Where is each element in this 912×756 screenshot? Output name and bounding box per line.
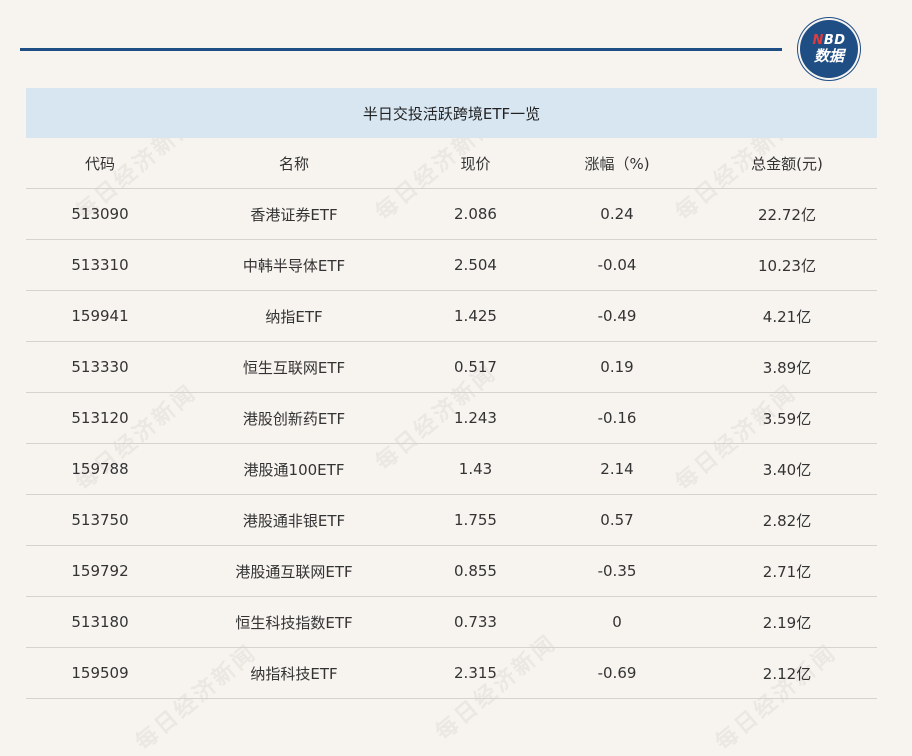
cell-amount: 2.71亿 — [697, 545, 877, 597]
cell-name: 香港证券ETF — [174, 188, 414, 240]
table-row: 159788 港股通100ETF 1.43 2.14 3.40亿 — [26, 443, 877, 495]
cell-change: 0.24 — [537, 188, 697, 240]
table-row: 159509 纳指科技ETF 2.315 -0.69 2.12亿 — [26, 647, 877, 699]
etf-table-container: 半日交投活跃跨境ETF一览 代码 名称 现价 涨幅（%) 总金额(元) 5130… — [26, 88, 877, 699]
cell-change: -0.16 — [537, 392, 697, 444]
cell-price: 2.504 — [414, 239, 537, 291]
cell-code: 159788 — [26, 443, 174, 495]
cell-price: 1.755 — [414, 494, 537, 546]
cell-name: 恒生互联网ETF — [174, 341, 414, 393]
logo-letters-bd: BD — [823, 32, 846, 48]
table-row: 513750 港股通非银ETF 1.755 0.57 2.82亿 — [26, 494, 877, 546]
cell-code: 513330 — [26, 341, 174, 393]
cell-amount: 3.40亿 — [697, 443, 877, 495]
cell-change: -0.35 — [537, 545, 697, 597]
table-row: 159792 港股通互联网ETF 0.855 -0.35 2.71亿 — [26, 545, 877, 597]
cell-amount: 2.82亿 — [697, 494, 877, 546]
cell-price: 1.43 — [414, 443, 537, 495]
cell-code: 159509 — [26, 647, 174, 699]
logo-letter-n: N — [812, 32, 824, 48]
cell-name: 纳指ETF — [174, 290, 414, 342]
cell-price: 2.086 — [414, 188, 537, 240]
cell-change: 0.19 — [537, 341, 697, 393]
header-name: 名称 — [174, 138, 414, 189]
cell-name: 港股创新药ETF — [174, 392, 414, 444]
cell-code: 513750 — [26, 494, 174, 546]
cell-change: 2.14 — [537, 443, 697, 495]
cell-code: 513310 — [26, 239, 174, 291]
header-amount: 总金额(元) — [697, 138, 877, 189]
cell-change: -0.49 — [537, 290, 697, 342]
cell-amount: 3.59亿 — [697, 392, 877, 444]
table-header-row: 代码 名称 现价 涨幅（%) 总金额(元) — [26, 138, 877, 189]
cell-price: 1.425 — [414, 290, 537, 342]
cell-change: -0.04 — [537, 239, 697, 291]
table-title: 半日交投活跃跨境ETF一览 — [26, 88, 877, 138]
table-row: 513090 香港证券ETF 2.086 0.24 22.72亿 — [26, 188, 877, 240]
cell-code: 159792 — [26, 545, 174, 597]
top-divider — [20, 48, 782, 51]
cell-change: 0.57 — [537, 494, 697, 546]
cell-code: 513120 — [26, 392, 174, 444]
header-code: 代码 — [26, 138, 174, 189]
cell-code: 513180 — [26, 596, 174, 648]
cell-name: 港股通互联网ETF — [174, 545, 414, 597]
cell-amount: 2.19亿 — [697, 596, 877, 648]
cell-name: 港股通非银ETF — [174, 494, 414, 546]
header-change: 涨幅（%) — [537, 138, 697, 189]
cell-name: 中韩半导体ETF — [174, 239, 414, 291]
cell-amount: 10.23亿 — [697, 239, 877, 291]
cell-name: 恒生科技指数ETF — [174, 596, 414, 648]
logo-text: 数据 — [813, 46, 844, 65]
table-row: 513120 港股创新药ETF 1.243 -0.16 3.59亿 — [26, 392, 877, 444]
cell-price: 1.243 — [414, 392, 537, 444]
cell-price: 0.855 — [414, 545, 537, 597]
cell-change: 0 — [537, 596, 697, 648]
table-row: 159941 纳指ETF 1.425 -0.49 4.21亿 — [26, 290, 877, 342]
cell-code: 513090 — [26, 188, 174, 240]
cell-price: 2.315 — [414, 647, 537, 699]
cell-amount: 22.72亿 — [697, 188, 877, 240]
table-row: 513310 中韩半导体ETF 2.504 -0.04 10.23亿 — [26, 239, 877, 291]
nbd-logo: NBD 数据 — [800, 20, 858, 78]
etf-table: 代码 名称 现价 涨幅（%) 总金额(元) 513090 香港证券ETF 2.086… — [26, 138, 877, 699]
cell-amount: 4.21亿 — [697, 290, 877, 342]
cell-price: 0.733 — [414, 596, 537, 648]
table-row: 513180 恒生科技指数ETF 0.733 0 2.19亿 — [26, 596, 877, 648]
cell-amount: 2.12亿 — [697, 647, 877, 699]
table-row: 513330 恒生互联网ETF 0.517 0.19 3.89亿 — [26, 341, 877, 393]
cell-amount: 3.89亿 — [697, 341, 877, 393]
cell-price: 0.517 — [414, 341, 537, 393]
cell-name: 纳指科技ETF — [174, 647, 414, 699]
header-price: 现价 — [414, 138, 537, 189]
cell-change: -0.69 — [537, 647, 697, 699]
cell-code: 159941 — [26, 290, 174, 342]
cell-name: 港股通100ETF — [174, 443, 414, 495]
